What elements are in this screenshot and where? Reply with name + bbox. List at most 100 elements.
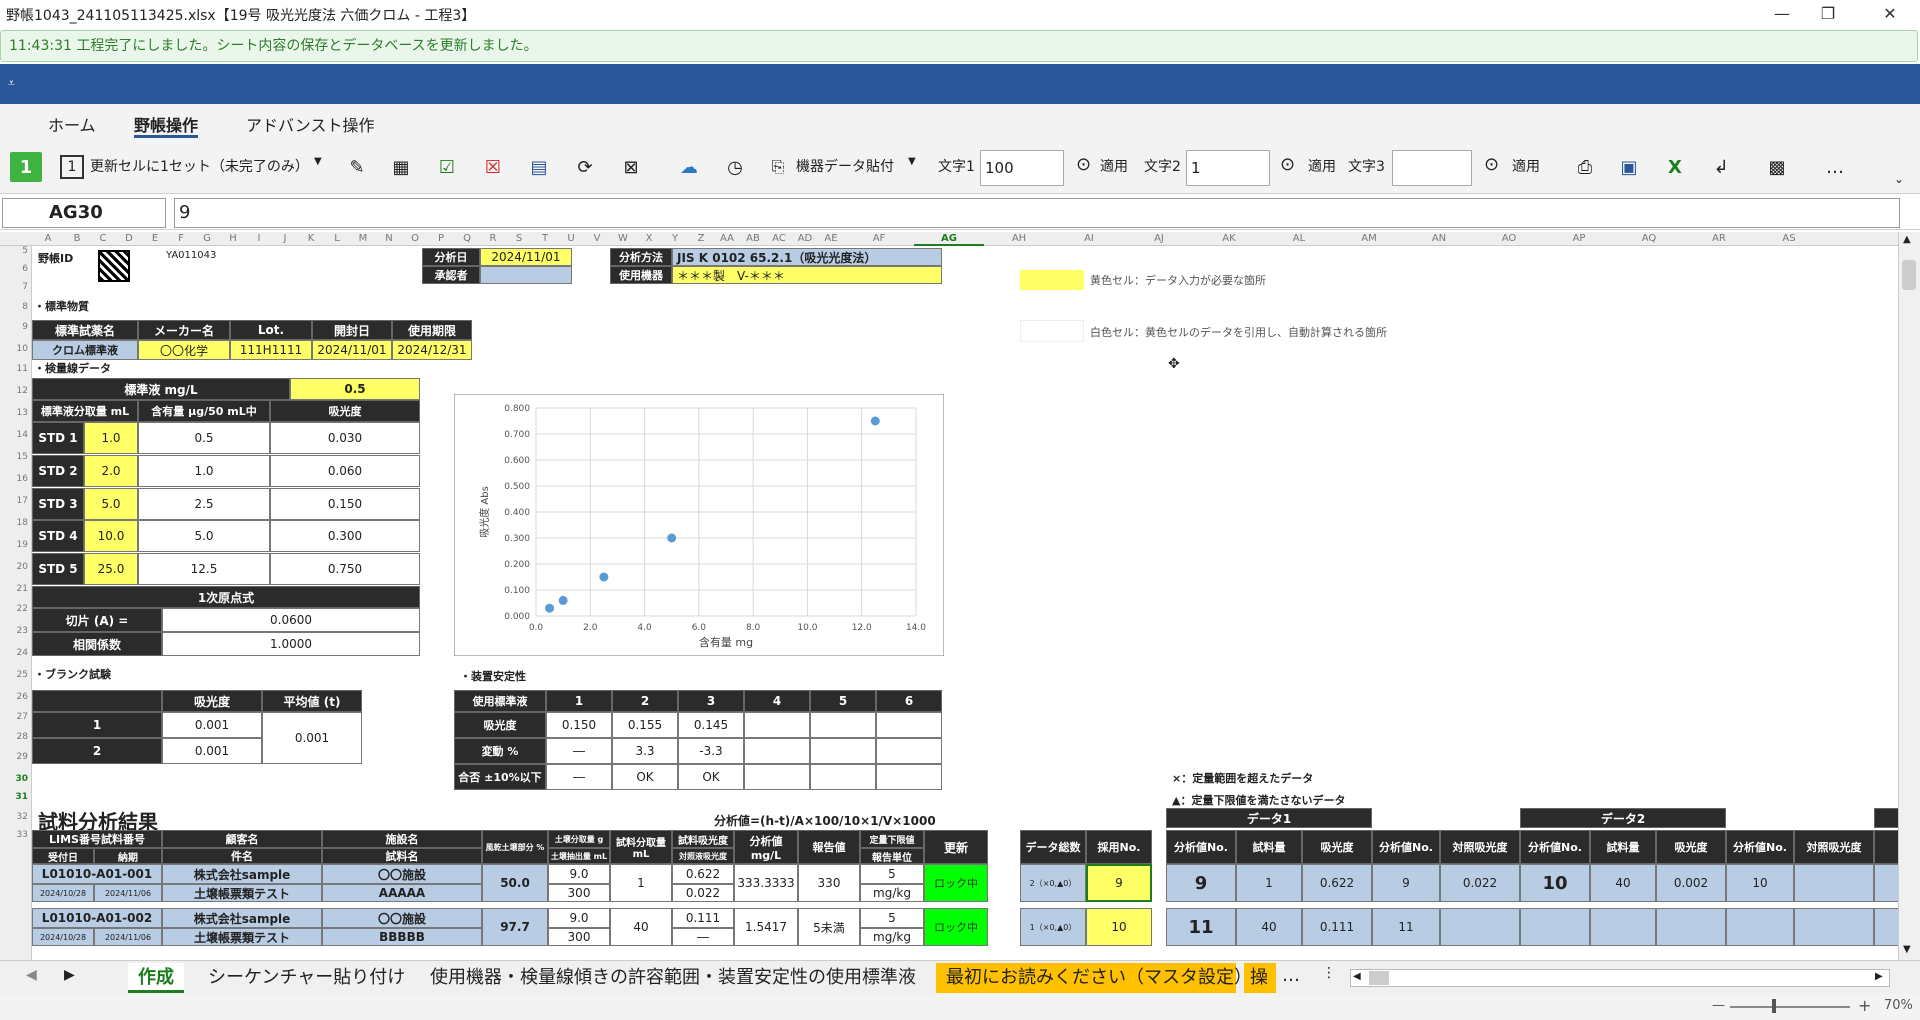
analysis-date[interactable]: 2024/11/01 xyxy=(480,248,572,266)
standard-cell[interactable]: 2024/12/31 xyxy=(392,340,472,360)
column-header[interactable]: X xyxy=(636,233,662,244)
row-header[interactable]: 14 xyxy=(0,430,30,440)
refresh-icon[interactable]: ⟳ xyxy=(570,152,600,182)
check-icon[interactable]: ☑ xyxy=(432,152,462,182)
std-conc-value[interactable]: 0.5 xyxy=(290,378,420,400)
formula-input[interactable]: 9 xyxy=(174,198,1900,228)
column-header[interactable]: F xyxy=(168,233,194,244)
blank-absorbance[interactable]: 0.001 xyxy=(162,738,262,764)
res-adopt-no[interactable]: 9 xyxy=(1086,864,1152,902)
scroll-right-icon[interactable]: ▶ xyxy=(1875,971,1883,982)
name-box[interactable]: AG30 xyxy=(2,198,166,228)
row-header[interactable]: 28 xyxy=(0,732,30,742)
standard-cell[interactable]: 2024/11/01 xyxy=(312,340,392,360)
scroll-up-icon[interactable]: ▲ xyxy=(1903,234,1911,245)
sheet-tab-create[interactable]: 作成 xyxy=(128,963,184,993)
cal-volume[interactable]: 2.0 xyxy=(84,454,138,487)
apply-radio-icon[interactable]: ⊙ xyxy=(1076,154,1091,175)
cross-icon[interactable]: ☒ xyxy=(478,152,508,182)
minimize-icon[interactable]: — xyxy=(1770,2,1794,26)
apply-radio-icon[interactable]: ⊙ xyxy=(1484,154,1499,175)
row-header[interactable]: 23 xyxy=(0,626,30,636)
column-header[interactable]: AN xyxy=(1404,233,1474,244)
sheet-tab-instruments[interactable]: 使用機器・検量線傾きの許容範囲・装置安定性の使用標準液 xyxy=(420,963,926,993)
res-update-status[interactable]: ロック中 xyxy=(924,908,988,946)
scroll-thumb[interactable] xyxy=(1902,260,1916,290)
sheet-tab-master[interactable]: 最初にお読みください（マスタ設定） xyxy=(936,963,1252,993)
row-header[interactable]: 30 xyxy=(0,774,30,784)
analysis-method[interactable]: JIS K 0102 65.2.1（吸光光度法） xyxy=(672,248,942,266)
zoom-slider-thumb[interactable] xyxy=(1772,999,1776,1013)
column-header[interactable]: L xyxy=(324,233,350,244)
excel-icon[interactable]: X xyxy=(1660,152,1690,182)
apply-button-3[interactable]: 適用 xyxy=(1512,156,1540,176)
column-header[interactable]: AF xyxy=(844,233,914,244)
column-header[interactable]: W xyxy=(610,233,636,244)
row-header[interactable]: 18 xyxy=(0,518,30,528)
next-sheet-icon[interactable]: ▶ xyxy=(64,967,75,983)
row-header[interactable]: 8 xyxy=(0,302,30,312)
column-header[interactable]: AH xyxy=(984,233,1054,244)
print-icon[interactable]: ⎙ xyxy=(1570,152,1600,182)
text3-input[interactable] xyxy=(1392,150,1472,186)
history-icon[interactable]: ◷ xyxy=(720,152,750,182)
tab-advanced-ops[interactable]: アドバンスト操作 xyxy=(246,112,374,138)
equipment[interactable]: ＊＊＊製 V-＊＊＊ xyxy=(672,266,942,284)
column-header[interactable]: AA xyxy=(714,233,740,244)
row-header[interactable]: 33 xyxy=(0,830,30,840)
column-header[interactable]: AL xyxy=(1264,233,1334,244)
column-header[interactable]: AS xyxy=(1754,233,1824,244)
column-header[interactable]: R xyxy=(480,233,506,244)
res-update-status[interactable]: ロック中 xyxy=(924,864,988,902)
column-header[interactable]: S xyxy=(506,233,532,244)
cal-volume[interactable]: 10.0 xyxy=(84,520,138,553)
column-header[interactable]: B xyxy=(64,233,90,244)
column-header[interactable]: K xyxy=(298,233,324,244)
row-header[interactable]: 19 xyxy=(0,540,30,550)
standard-cell[interactable]: クロム標準液 xyxy=(32,340,138,360)
row-header[interactable]: 10 xyxy=(0,344,30,354)
row-header[interactable]: 21 xyxy=(0,584,30,594)
column-header[interactable]: Q xyxy=(454,233,480,244)
zoom-out-icon[interactable]: — xyxy=(1712,998,1725,1013)
column-header[interactable]: U xyxy=(558,233,584,244)
zoom-slider[interactable] xyxy=(1730,1006,1850,1008)
more-icon[interactable]: … xyxy=(1820,152,1850,182)
column-header[interactable]: I xyxy=(246,233,272,244)
column-header[interactable]: H xyxy=(220,233,246,244)
row-header[interactable]: 27 xyxy=(0,712,30,722)
blank-absorbance[interactable]: 0.001 xyxy=(162,712,262,738)
row-header[interactable]: 5 xyxy=(0,246,30,256)
column-header[interactable]: AJ xyxy=(1124,233,1194,244)
apply-button-2[interactable]: 適用 xyxy=(1308,156,1336,176)
scroll-down-icon[interactable]: ▼ xyxy=(1903,944,1911,955)
column-header[interactable]: AG xyxy=(914,233,984,246)
cal-absorbance[interactable]: 0.750 xyxy=(270,553,420,586)
tab-home[interactable]: ホーム xyxy=(48,112,96,138)
paste-icon[interactable]: ⎘ xyxy=(766,152,790,182)
cal-absorbance[interactable]: 0.030 xyxy=(270,422,420,454)
column-header[interactable]: AQ xyxy=(1614,233,1684,244)
row-header[interactable]: 6 xyxy=(0,264,30,274)
return-icon[interactable]: ↲ xyxy=(1706,152,1736,182)
close-icon[interactable]: ✕ xyxy=(1878,2,1902,26)
approver-cell[interactable] xyxy=(480,266,572,284)
row-header[interactable]: 32 xyxy=(0,812,30,822)
calculator-icon[interactable]: ▦ xyxy=(386,152,416,182)
column-header[interactable]: AE xyxy=(818,233,844,244)
sheet-tab-sequencer[interactable]: シーケンチャー貼り付け xyxy=(198,963,415,993)
column-header[interactable]: AB xyxy=(740,233,766,244)
customize-quick-access-icon[interactable]: ⩡ xyxy=(8,76,15,91)
column-header[interactable]: AD xyxy=(792,233,818,244)
column-header[interactable]: E xyxy=(142,233,168,244)
hscroll-thumb[interactable] xyxy=(1369,971,1389,985)
qr-code-icon[interactable]: ▩ xyxy=(1762,152,1792,182)
instrument-paste-button[interactable]: 機器データ貼付 xyxy=(796,156,894,176)
column-header[interactable]: AM xyxy=(1334,233,1404,244)
column-header[interactable]: A xyxy=(32,233,64,244)
apply-button-1[interactable]: 適用 xyxy=(1100,156,1128,176)
column-header[interactable]: T xyxy=(532,233,558,244)
column-header[interactable]: V xyxy=(584,233,610,244)
row-header[interactable]: 16 xyxy=(0,474,30,484)
res-adopt-no[interactable]: 10 xyxy=(1086,908,1152,946)
